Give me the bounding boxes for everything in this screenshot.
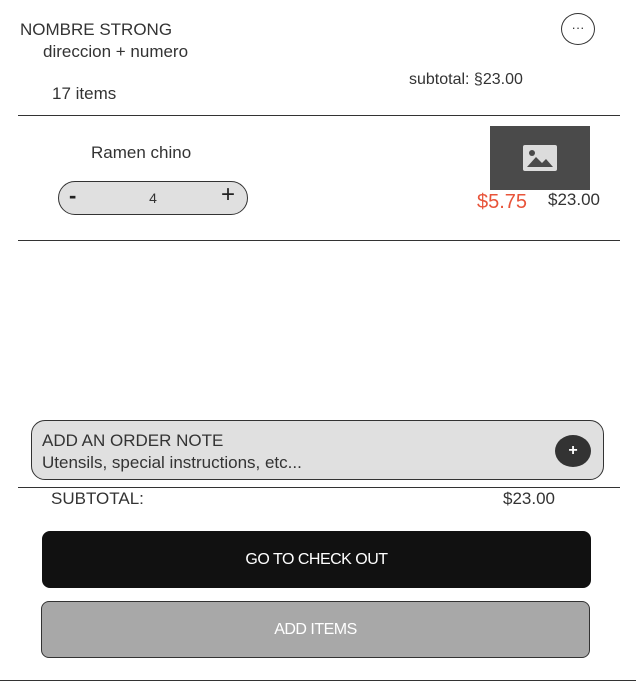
line-total: $23.00 [548, 190, 600, 209]
checkout-button[interactable]: GO TO CHECK OUT [42, 531, 591, 588]
plus-icon: + [568, 442, 578, 459]
divider [18, 487, 620, 488]
product-image [490, 126, 590, 190]
divider [18, 115, 620, 116]
image-placeholder-icon [523, 145, 557, 171]
order-note-field[interactable]: ADD AN ORDER NOTE Utensils, special inst… [31, 420, 604, 480]
quantity-value: 4 [149, 190, 157, 206]
add-items-button[interactable]: ADD ITEMS [41, 601, 590, 658]
cart-subtotal: subtotal: §23.00 [409, 71, 523, 88]
item-count: 17 items [52, 84, 117, 103]
subtotal-value: $23.00 [503, 489, 555, 508]
add-note-button[interactable]: + [555, 435, 591, 467]
store-name: NOMBRE STRONG [20, 20, 173, 39]
more-options-button[interactable]: ··· [561, 13, 595, 45]
increment-button[interactable]: + [221, 183, 235, 207]
quantity-stepper: - 4 + [58, 181, 248, 215]
divider [18, 240, 620, 241]
store-address: direccion + numero [43, 42, 189, 61]
order-note-placeholder: Utensils, special instructions, etc... [42, 453, 302, 472]
ellipsis-icon: ··· [571, 19, 585, 35]
product-name: Ramen chino [91, 143, 192, 162]
order-note-title: ADD AN ORDER NOTE [42, 431, 224, 450]
unit-price: $5.75 [477, 191, 528, 213]
subtotal-label: SUBTOTAL: [51, 489, 144, 508]
divider [0, 680, 636, 681]
